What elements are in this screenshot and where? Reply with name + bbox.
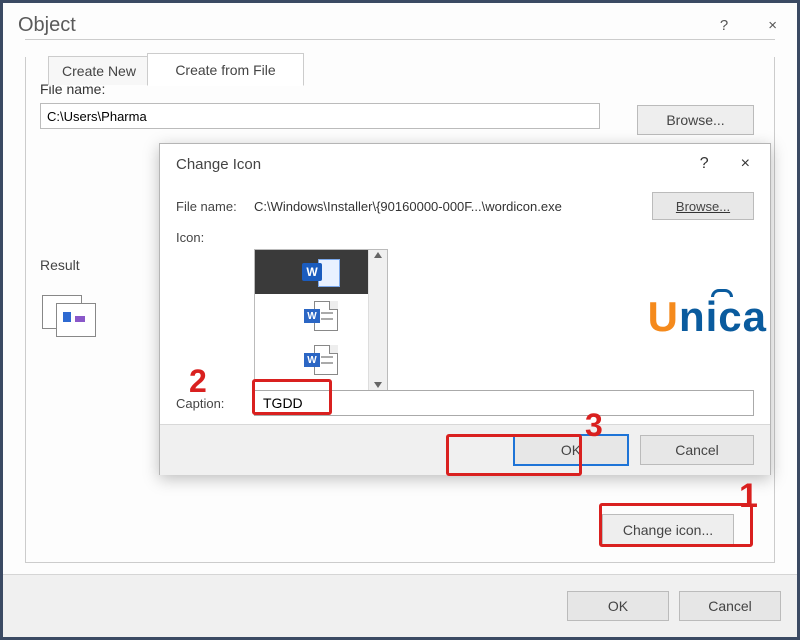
- change-icon-button[interactable]: Change icon...: [602, 514, 734, 546]
- change-icon-cancel-button[interactable]: Cancel: [640, 435, 754, 465]
- icon-list-scrollbar[interactable]: [368, 250, 387, 390]
- icon-list[interactable]: W W W: [254, 249, 388, 391]
- object-browse-button[interactable]: Browse...: [637, 105, 754, 135]
- close-icon[interactable]: ×: [758, 13, 787, 38]
- help-icon[interactable]: ?: [692, 153, 717, 175]
- caption-label: Caption:: [176, 396, 254, 411]
- caption-input[interactable]: [254, 390, 754, 416]
- icon-file-label: File name:: [176, 199, 254, 214]
- change-icon-ok-button[interactable]: OK: [514, 435, 628, 465]
- result-label: Result: [40, 257, 100, 273]
- tab-create-new[interactable]: Create New: [48, 56, 150, 85]
- word-doc-icon: W: [304, 301, 338, 331]
- result-preview-icon: [40, 293, 100, 339]
- icon-browse-button[interactable]: Browse...: [652, 192, 754, 220]
- icon-list-label: Icon:: [176, 230, 254, 245]
- object-footer: OK Cancel: [3, 574, 797, 637]
- change-icon-title: Change Icon: [176, 156, 261, 173]
- tab-create-from-file[interactable]: Create from File: [147, 53, 304, 86]
- file-name-input[interactable]: [40, 103, 600, 129]
- object-title: Object: [18, 14, 76, 37]
- help-icon[interactable]: ?: [710, 13, 738, 38]
- close-icon[interactable]: ×: [733, 153, 758, 175]
- word-doc-icon: W: [304, 345, 338, 375]
- icon-file-path: C:\Windows\Installer\{90160000-000F...\w…: [254, 199, 594, 214]
- object-cancel-button[interactable]: Cancel: [679, 591, 781, 621]
- object-titlebar: Object ? ×: [3, 3, 797, 48]
- object-ok-button[interactable]: OK: [567, 591, 669, 621]
- word-app-icon: W: [302, 257, 340, 287]
- watermark-logo: Unica: [648, 293, 767, 341]
